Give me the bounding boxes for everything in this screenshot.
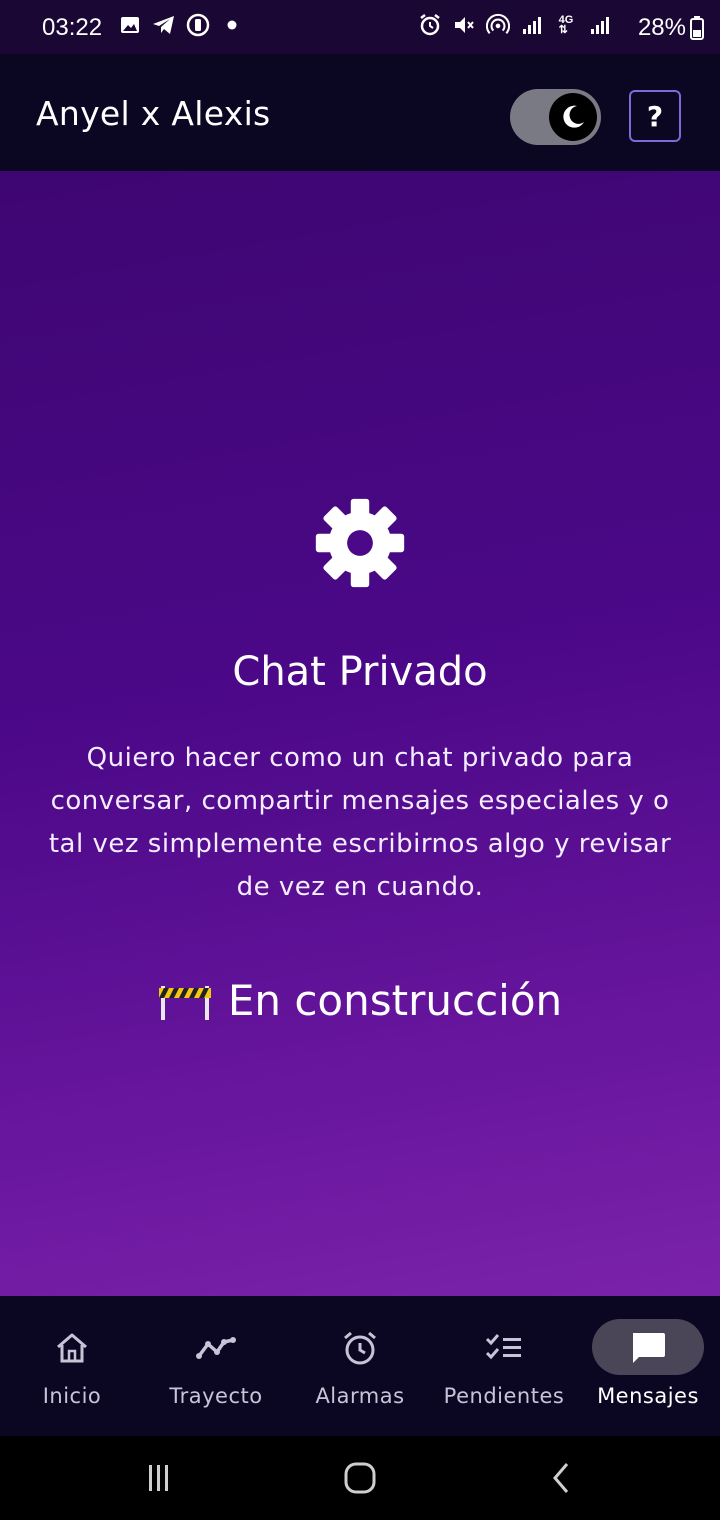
checklist-icon <box>484 1328 524 1368</box>
status-bar: 03:22 4G ⇅ 28% <box>0 0 720 54</box>
nav-label: Alarmas <box>315 1384 405 1408</box>
nav-label: Pendientes <box>443 1384 565 1408</box>
signal-icon <box>520 13 544 37</box>
page-title: Chat Privado <box>232 649 488 695</box>
nav-label: Inicio <box>42 1384 102 1408</box>
construction-text: En construcción <box>227 976 563 1025</box>
dot-icon <box>220 13 244 37</box>
construction-barrier-icon <box>158 985 211 1020</box>
nav-item-trayecto[interactable]: Trayecto <box>144 1296 288 1436</box>
trend-icon <box>196 1328 236 1368</box>
gallery-icon <box>118 13 142 37</box>
signal-icon <box>588 13 612 37</box>
system-navigation-bar <box>0 1436 720 1520</box>
back-icon <box>553 1463 569 1493</box>
recents-icon <box>149 1465 168 1491</box>
home-button[interactable] <box>340 1458 380 1498</box>
theme-toggle[interactable] <box>510 89 601 145</box>
main-content: Chat Privado Quiero hacer como un chat p… <box>0 171 720 1296</box>
construction-status: En construcción <box>0 976 720 1025</box>
battery-icon <box>690 16 704 40</box>
page-description: Quiero hacer como un chat privado para c… <box>48 743 672 902</box>
app-title: Anyel x Alexis <box>36 94 271 133</box>
bottom-navigation: Inicio Trayecto Alarmas Pendientes Mensa… <box>0 1296 720 1436</box>
back-button[interactable] <box>542 1458 582 1498</box>
nav-item-inicio[interactable]: Inicio <box>0 1296 144 1436</box>
hotspot-icon <box>486 13 510 37</box>
home-circle-icon <box>344 1462 376 1494</box>
home-icon <box>52 1328 92 1368</box>
nav-label: Trayecto <box>169 1384 263 1408</box>
alarm-icon <box>418 13 442 37</box>
moon-icon <box>563 105 584 128</box>
alarm-clock-icon <box>340 1328 380 1368</box>
help-button[interactable]: ? <box>629 90 681 142</box>
mute-icon <box>452 13 476 37</box>
app-bar: Anyel x Alexis ? <box>0 54 720 171</box>
recent-apps-button[interactable] <box>139 1458 179 1498</box>
4g-icon: 4G ⇅ <box>558 14 574 36</box>
nav-item-alarmas[interactable]: Alarmas <box>288 1296 432 1436</box>
nav-label: Mensajes <box>597 1384 699 1408</box>
gear-icon <box>315 498 405 588</box>
nav-item-mensajes[interactable]: Mensajes <box>576 1296 720 1436</box>
telegram-icon <box>152 13 176 37</box>
battery-level: 28% <box>638 14 704 42</box>
chat-icon <box>628 1328 668 1368</box>
nav-item-pendientes[interactable]: Pendientes <box>432 1296 576 1436</box>
notification-icon <box>186 13 210 37</box>
status-time: 03:22 <box>42 14 103 41</box>
toggle-knob <box>549 93 597 141</box>
